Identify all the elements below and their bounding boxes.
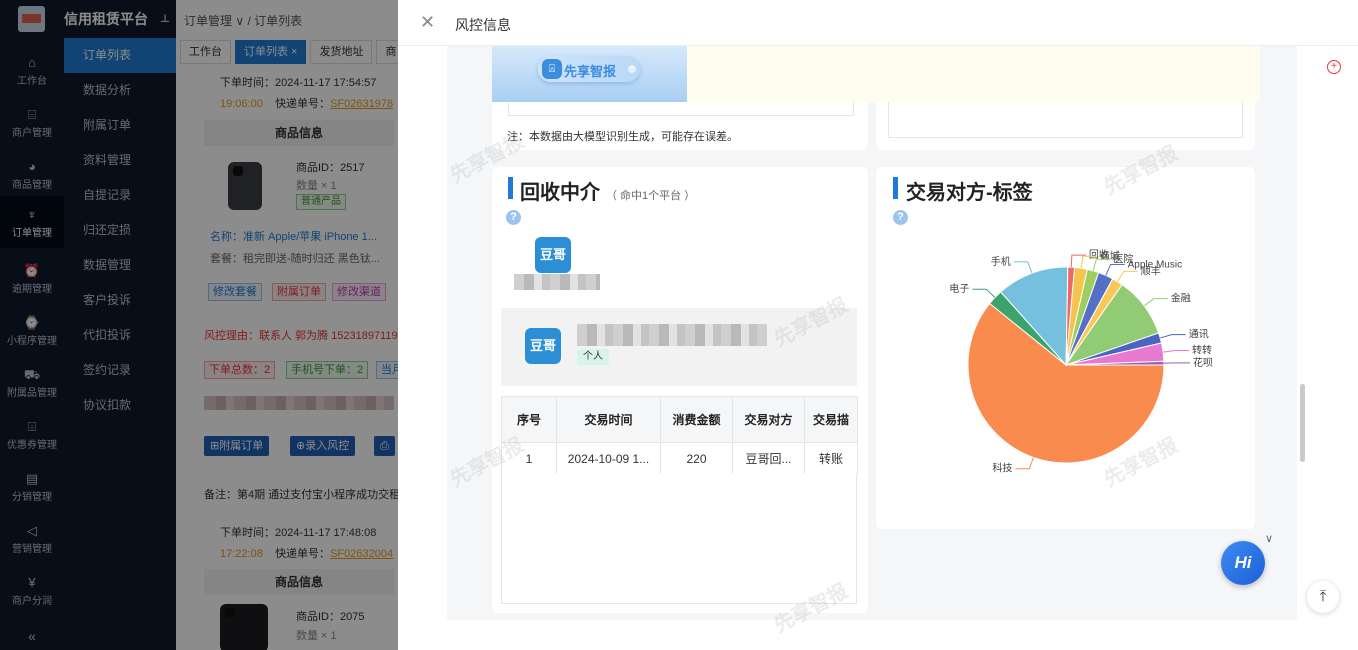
blurred-platform-name [514,274,600,290]
pie-label: 花呗 [1193,356,1213,369]
pie-label: 通讯 [1189,329,1209,341]
col-time: 交易时间 [556,396,661,443]
chevron-down-icon[interactable]: ∨ [1265,532,1273,545]
modal-mask[interactable] [0,0,398,650]
pie-label-line [1070,254,1086,268]
drawer-body: ⍓ 先享智报 注：本数据由大模型识别生成，可能存在误差。 回收中介（ 命中1个平… [410,46,1298,650]
pie-label: 顺丰 [1141,264,1161,277]
blurred-counterparty-name [577,324,767,346]
pie-label-line [1117,270,1138,282]
counterparty-logo: 豆哥 [525,328,561,364]
col-desc: 交易描 [804,396,858,443]
counterparty-pie-chart: 科技电子手机回收商城医院Apple Music顺丰金融通讯转转花呗 [949,248,1213,475]
close-icon[interactable]: ✕ [420,12,435,32]
pie-label-line [1163,350,1190,353]
scrollbar-thumb[interactable] [1300,384,1305,462]
pie-label-line [1160,334,1186,339]
shield-icon: ⍓ [542,59,562,79]
pie-label-line [1013,261,1033,274]
party-type-tag: 个人 [577,349,609,365]
help-icon[interactable]: ? [506,210,521,225]
col-counterparty: 交易对方 [732,396,805,443]
notice-strip [687,46,1260,102]
recycle-title: 回收中介（ 命中1个平台 ） [520,182,696,204]
drawer-title: 风控信息 [455,17,511,33]
pie-label: 电子 [949,282,969,295]
disclaimer-note: 注：本数据由大模型识别生成，可能存在误差。 [507,131,738,143]
pie-label: 手机 [991,255,1011,268]
section-accent [508,177,513,199]
zoom-plus-icon[interactable]: + [1327,60,1341,74]
pie-label: 科技 [992,462,1012,475]
table-header-row: 序号 交易时间 消费金额 交易对方 交易描 [501,396,858,443]
pie-label: 转转 [1192,344,1212,357]
chat-assistant-button[interactable]: Hi [1221,541,1265,585]
table-empty-area [501,474,857,604]
pie-label-line [1143,298,1168,307]
risk-drawer: ✕ 风控信息 ⍓ 先享智报 注：本数据由大模型识别生成，可能存在误差。 回收中介… [398,0,1358,650]
pie-label-line [972,288,996,298]
pie-label-line [1015,457,1034,470]
pie-label: 金融 [1171,292,1191,305]
brand-pill: ⍓ 先享智报 [538,56,640,82]
table-row[interactable]: 1 2024-10-09 1... 220 豆哥回... 转账 [501,442,858,475]
report-banner: ⍓ 先享智报 [492,46,687,102]
col-amount: 消费金额 [660,396,733,443]
drawer-header: ✕ 风控信息 [398,0,1358,46]
platform-logo-doge: 豆哥 [535,237,571,273]
back-to-top-icon[interactable]: ⤒ [1307,581,1339,613]
transaction-table: 序号 交易时间 消费金额 交易对方 交易描 1 2024-10-09 1... … [501,396,858,475]
